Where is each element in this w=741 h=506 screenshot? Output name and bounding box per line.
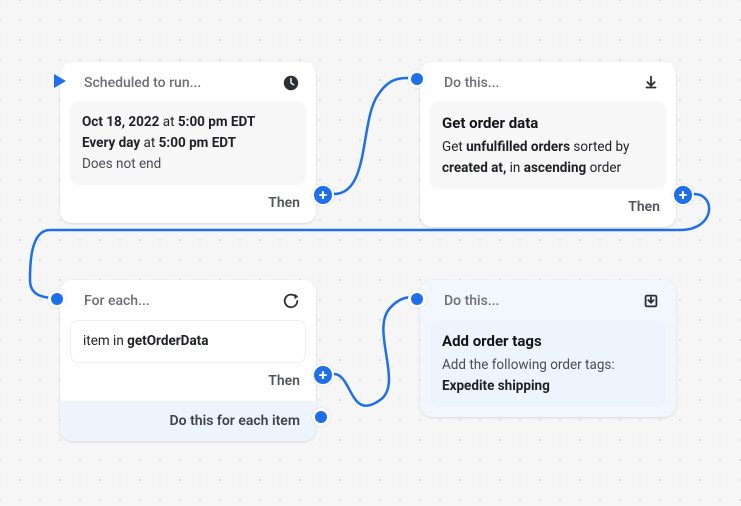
loop-card[interactable]: For each... item in getOrderData Then Do… xyxy=(60,280,316,441)
then-label: Then xyxy=(60,195,316,223)
loop-details: item in getOrderData xyxy=(70,320,306,363)
loop-icon xyxy=(282,292,300,310)
import-icon xyxy=(642,292,660,310)
card-header-text: Scheduled to run... xyxy=(84,75,201,91)
connector-node xyxy=(408,70,426,88)
clock-icon xyxy=(282,74,300,92)
add-step-button[interactable]: + xyxy=(312,364,334,386)
then-label: Then xyxy=(60,373,316,401)
add-step-button[interactable]: + xyxy=(672,184,694,206)
add-step-button[interactable]: + xyxy=(312,184,334,206)
trigger-card[interactable]: Scheduled to run... Oct 18, 2022 at 5:00… xyxy=(60,62,316,223)
loop-footer: Do this for each item xyxy=(60,401,316,441)
connector-node xyxy=(408,290,426,308)
then-label: Then xyxy=(420,199,676,227)
action-details: Get order data Get unfulfilled orders so… xyxy=(430,102,666,189)
action-card-get-orders[interactable]: Do this... Get order data Get unfulfille… xyxy=(420,62,676,227)
action-card-add-tags[interactable]: Do this... Add order tags Add the follow… xyxy=(420,280,676,417)
card-header-text: For each... xyxy=(84,293,150,309)
card-header-text: Do this... xyxy=(444,293,499,309)
card-header-text: Do this... xyxy=(444,75,499,91)
connector-node xyxy=(48,290,66,308)
trigger-details: Oct 18, 2022 at 5:00 pm EDT Every day at… xyxy=(70,102,306,185)
download-icon xyxy=(642,74,660,92)
play-icon xyxy=(48,70,70,92)
action-details: Add order tags Add the following order t… xyxy=(430,320,666,407)
connector-node xyxy=(312,408,330,426)
